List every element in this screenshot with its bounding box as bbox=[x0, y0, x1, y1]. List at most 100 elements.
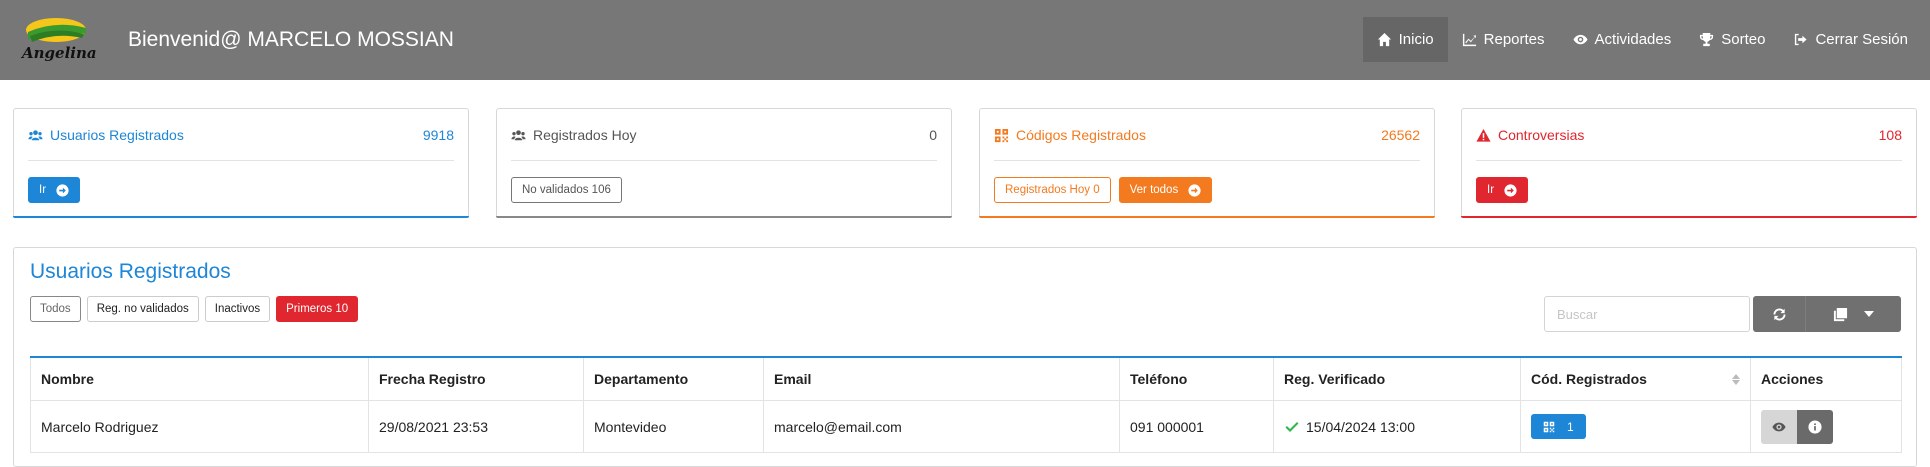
card-accent-line bbox=[496, 216, 952, 218]
col-departamento[interactable]: Departamento bbox=[583, 358, 763, 400]
arrow-circle-right-icon bbox=[1504, 183, 1517, 197]
logo-text: Angelina bbox=[22, 44, 97, 62]
nav-actividades[interactable]: Actividades bbox=[1559, 17, 1686, 62]
users-icon bbox=[511, 129, 526, 140]
filter-todos-button[interactable]: Todos bbox=[30, 296, 81, 322]
ir-controversias-button[interactable]: Ir bbox=[1476, 177, 1529, 203]
card-count: 26562 bbox=[1381, 127, 1420, 143]
filter-no-validados-button[interactable]: Reg. no validados bbox=[86, 296, 199, 322]
col-fecha-registro[interactable]: Frecha Registro bbox=[368, 358, 583, 400]
chart-line-icon bbox=[1462, 33, 1476, 47]
card-count: 9918 bbox=[422, 127, 454, 143]
verificado-date: 15/04/2024 13:00 bbox=[1306, 418, 1415, 435]
button-label: Registrados Hoy 0 bbox=[1005, 184, 1100, 196]
refresh-icon bbox=[1773, 308, 1785, 320]
card-accent-line bbox=[13, 216, 469, 218]
filter-buttons: Todos Reg. no validados Inactivos Primer… bbox=[30, 296, 359, 322]
card-title: Controversias bbox=[1476, 127, 1584, 143]
card-title-text: Registrados Hoy bbox=[533, 127, 637, 143]
qrcode-icon bbox=[1543, 421, 1555, 432]
card-actions: No validados 106 bbox=[511, 177, 622, 203]
home-icon bbox=[1377, 32, 1391, 47]
card-count: 108 bbox=[1878, 127, 1902, 143]
ir-usuarios-button[interactable]: Ir bbox=[28, 177, 81, 203]
usuarios-table: Nombre Frecha Registro Departamento Emai… bbox=[30, 356, 1902, 453]
col-nombre[interactable]: Nombre bbox=[30, 358, 368, 400]
cell-fecha: 29/08/2021 23:53 bbox=[368, 401, 583, 452]
col-email[interactable]: Email bbox=[763, 358, 1119, 400]
cell-acciones bbox=[1750, 401, 1902, 452]
ver-todos-button[interactable]: Ver todos bbox=[1118, 177, 1213, 203]
col-reg-verificado[interactable]: Reg. Verificado bbox=[1273, 358, 1520, 400]
codigos-count: 1 bbox=[1567, 419, 1574, 434]
cell-telefono: 091 000001 bbox=[1119, 401, 1273, 452]
card-accent-line bbox=[1461, 216, 1917, 218]
button-label: Ir bbox=[39, 184, 47, 196]
nav-sorteo-label: Sorteo bbox=[1721, 31, 1766, 48]
nav-cerrar-sesion[interactable]: Cerrar Sesión bbox=[1779, 17, 1930, 62]
button-label: No validados 106 bbox=[522, 184, 611, 196]
usuarios-panel: Usuarios Registrados Todos Reg. no valid… bbox=[13, 247, 1917, 467]
copy-icon bbox=[1833, 307, 1848, 321]
card-actions: Registrados Hoy 0 Ver todos bbox=[994, 177, 1213, 203]
columns-dropdown-button[interactable] bbox=[1805, 296, 1901, 332]
card-divider bbox=[511, 160, 937, 161]
button-label: Ver todos bbox=[1129, 184, 1179, 196]
nav-sorteo[interactable]: Sorteo bbox=[1685, 17, 1779, 62]
refresh-button[interactable] bbox=[1753, 296, 1805, 332]
nav-reportes[interactable]: Reportes bbox=[1448, 17, 1559, 62]
top-header: Angelina Bienvenid@ MARCELO MOSSIAN Inic… bbox=[0, 0, 1930, 80]
users-icon bbox=[28, 129, 43, 140]
sort-icon bbox=[1732, 373, 1740, 385]
card-count: 0 bbox=[929, 127, 937, 143]
card-title-text: Códigos Registrados bbox=[1016, 127, 1146, 143]
nav-inicio[interactable]: Inicio bbox=[1362, 17, 1448, 62]
card-accent-line bbox=[979, 216, 1435, 218]
arrow-circle-right-icon bbox=[56, 183, 69, 197]
welcome-message: Bienvenid@ MARCELO MOSSIAN bbox=[128, 28, 454, 51]
card-divider bbox=[994, 160, 1420, 161]
card-title: Usuarios Registrados bbox=[28, 127, 184, 143]
card-registrados-hoy: Registrados Hoy 0 No validados 106 bbox=[496, 108, 952, 218]
card-divider bbox=[1476, 160, 1902, 161]
caret-down-icon bbox=[1864, 311, 1874, 317]
table-row: Marcelo Rodriguez 29/08/2021 23:53 Monte… bbox=[30, 401, 1902, 453]
card-actions: Ir bbox=[1476, 177, 1529, 203]
search-input[interactable] bbox=[1544, 296, 1750, 332]
arrow-circle-right-icon bbox=[1188, 183, 1201, 197]
col-cod-registrados[interactable]: Cód. Registrados bbox=[1520, 358, 1750, 400]
nav-actividades-label: Actividades bbox=[1594, 31, 1672, 48]
card-actions: Ir bbox=[28, 177, 81, 203]
codigos-badge-button[interactable]: 1 bbox=[1531, 414, 1586, 439]
no-validados-button[interactable]: No validados 106 bbox=[511, 177, 622, 203]
nav-inicio-label: Inicio bbox=[1398, 31, 1434, 48]
cell-departamento: Montevideo bbox=[583, 401, 763, 452]
col-telefono[interactable]: Teléfono bbox=[1119, 358, 1273, 400]
warning-icon bbox=[1476, 128, 1491, 142]
cell-verificado: 15/04/2024 13:00 bbox=[1273, 401, 1520, 452]
info-icon bbox=[1808, 419, 1822, 434]
view-button[interactable] bbox=[1761, 409, 1797, 444]
filter-primeros-10-button[interactable]: Primeros 10 bbox=[276, 296, 359, 322]
actions-group bbox=[1761, 409, 1833, 444]
eye-icon bbox=[1772, 422, 1786, 431]
card-divider bbox=[28, 160, 454, 161]
nav-reportes-label: Reportes bbox=[1483, 31, 1545, 48]
card-codigos-registrados: Códigos Registrados 26562 Registrados Ho… bbox=[979, 108, 1435, 218]
info-button[interactable] bbox=[1797, 409, 1833, 444]
table-header-row: Nombre Frecha Registro Departamento Emai… bbox=[30, 358, 1902, 401]
registrados-hoy-button[interactable]: Registrados Hoy 0 bbox=[994, 177, 1111, 203]
cell-codigos: 1 bbox=[1520, 401, 1750, 452]
card-title: Registrados Hoy bbox=[511, 127, 637, 143]
main-nav: Inicio Reportes Actividades Sorteo Cerra… bbox=[1362, 17, 1930, 62]
trophy-icon bbox=[1700, 32, 1714, 47]
sign-out-icon bbox=[1795, 33, 1808, 46]
card-title-text: Controversias bbox=[1498, 127, 1585, 143]
cell-email: marcelo@email.com bbox=[763, 401, 1119, 452]
eye-icon bbox=[1573, 34, 1588, 45]
card-title-text: Usuarios Registrados bbox=[50, 127, 184, 143]
card-title: Códigos Registrados bbox=[994, 127, 1146, 143]
filter-inactivos-button[interactable]: Inactivos bbox=[204, 296, 271, 322]
check-icon bbox=[1285, 421, 1299, 432]
col-acciones: Acciones bbox=[1750, 358, 1902, 400]
